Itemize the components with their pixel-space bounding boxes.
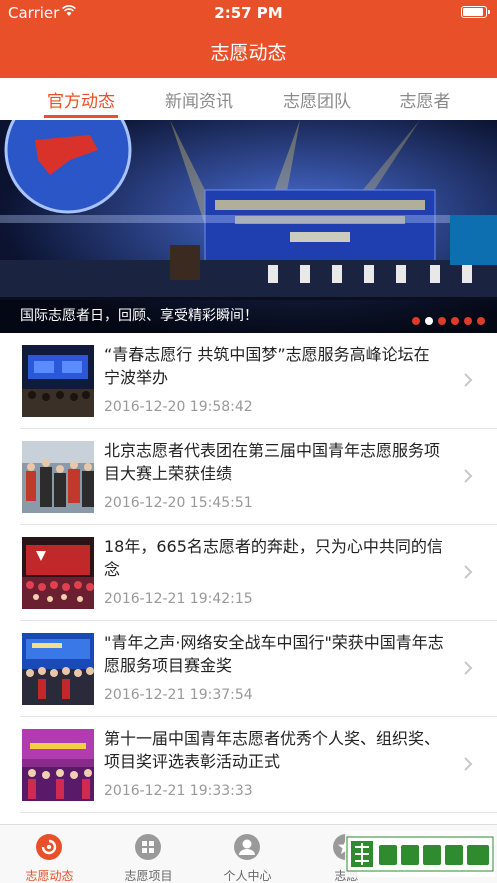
carousel-indicators <box>407 310 485 325</box>
news-title: 北京志愿者代表团在第三届中国青年志愿服务项目大赛上荣获佳绩 <box>104 441 441 483</box>
news-item[interactable]: “青春志愿行 共筑中国梦”志愿服务高峰论坛在宁波举办 2016-12-20 19… <box>0 333 497 429</box>
carousel-dot[interactable] <box>412 317 420 325</box>
carousel-dot[interactable] <box>464 317 472 325</box>
news-date: 2016-12-20 15:45:51 <box>104 495 253 511</box>
category-tabs: 官方动态 新闻资讯 志愿团队 志愿者 <box>0 78 497 120</box>
tabbar-label: 个人中心 <box>223 869 272 883</box>
active-tab-indicator <box>44 115 118 118</box>
volunteer-news-icon <box>36 834 62 860</box>
battery-icon <box>461 6 490 18</box>
tabbar-label: 志愿项目 <box>124 869 173 883</box>
carousel-dot[interactable] <box>438 317 446 325</box>
news-thumbnail <box>22 633 94 705</box>
tabbar-item-profile[interactable]: 个人中心 <box>198 825 297 883</box>
tab-volunteers[interactable]: 志愿者 <box>370 87 480 112</box>
carousel-dot[interactable] <box>425 317 433 325</box>
tab-official-news[interactable]: 官方动态 <box>26 87 136 112</box>
news-item[interactable]: 18年，665名志愿者的奔赴，只为心中共同的信念 2016-12-21 19:4… <box>0 525 497 621</box>
tab-news[interactable]: 新闻资讯 <box>144 87 254 112</box>
news-thumbnail <box>22 729 94 801</box>
news-item[interactable]: 第十一届中国青年志愿者优秀个人奖、组织奖、项目奖评选表彰活动正式 2016-12… <box>0 717 497 813</box>
news-title: 18年，665名志愿者的奔赴，只为心中共同的信念 <box>104 537 443 579</box>
news-item[interactable]: 北京志愿者代表团在第三届中国青年志愿服务项目大赛上荣获佳绩 2016-12-20… <box>0 429 497 525</box>
tabbar-item-volunteer-projects[interactable]: 志愿项目 <box>99 825 198 883</box>
news-title: 第十一届中国青年志愿者优秀个人奖、组织奖、项目奖评选表彰活动正式 <box>104 729 441 771</box>
watermark-logo <box>345 831 495 877</box>
chevron-right-icon <box>464 373 473 387</box>
status-bar: Carrier 2:57 PM <box>0 0 497 26</box>
user-icon <box>234 834 260 860</box>
news-thumbnail <box>22 345 94 417</box>
tabbar-item-volunteer-news[interactable]: 志愿动态 <box>0 825 99 883</box>
chevron-right-icon <box>464 661 473 675</box>
news-date: 2016-12-21 19:37:54 <box>104 687 253 703</box>
tabbar-label: 志愿动态 <box>25 869 74 883</box>
news-thumbnail <box>22 441 94 513</box>
chevron-right-icon <box>464 757 473 771</box>
news-date: 2016-12-20 19:58:42 <box>104 399 253 415</box>
banner-caption: 国际志愿者日，回顾、享受精彩瞬间！ <box>20 308 258 324</box>
page-title: 志愿动态 <box>210 42 287 64</box>
news-title: "青年之声·网络安全战车中国行"荣获中国青年志愿服务项目赛金奖 <box>104 633 444 675</box>
chevron-right-icon <box>464 469 473 483</box>
carousel-dot[interactable] <box>477 317 485 325</box>
news-title: “青春志愿行 共筑中国梦”志愿服务高峰论坛在宁波举办 <box>104 345 430 387</box>
news-thumbnail <box>22 537 94 609</box>
banner-carousel[interactable]: 国际志愿者日，回顾、享受精彩瞬间！ <box>0 120 497 333</box>
status-time: 2:57 PM <box>214 4 283 22</box>
carousel-dot[interactable] <box>451 317 459 325</box>
grid-icon <box>135 834 161 860</box>
header: Carrier 2:57 PM 志愿动态 <box>0 0 497 78</box>
news-item[interactable]: "青年之声·网络安全战车中国行"荣获中国青年志愿服务项目赛金奖 2016-12-… <box>0 621 497 717</box>
tab-volunteer-teams[interactable]: 志愿团队 <box>262 87 372 112</box>
news-date: 2016-12-21 19:33:33 <box>104 783 253 799</box>
news-date: 2016-12-21 19:42:15 <box>104 591 253 607</box>
chevron-right-icon <box>464 565 473 579</box>
